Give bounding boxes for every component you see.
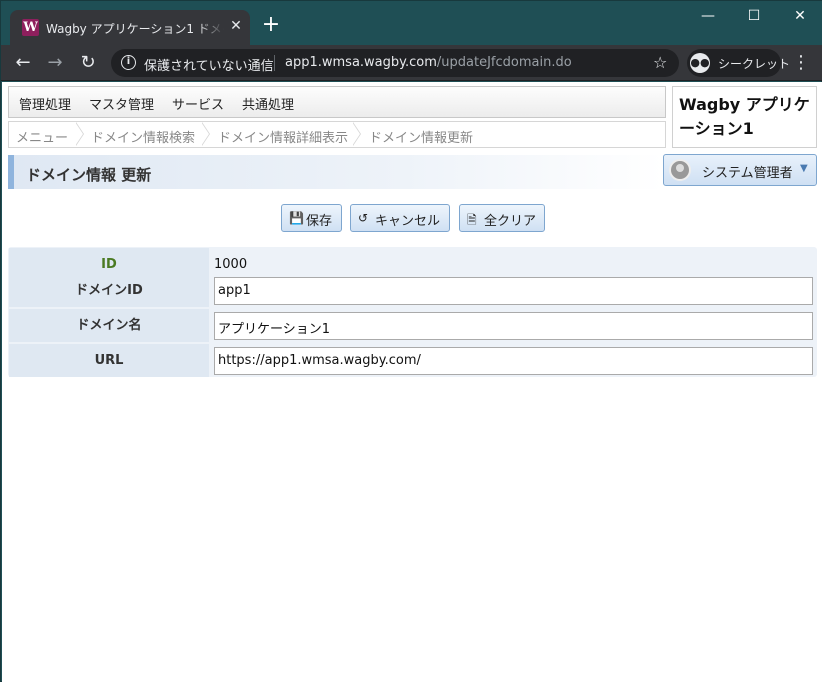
domain-id-field[interactable]: app1 (214, 277, 813, 305)
tab-title: Wagby アプリケーション1 ドメイン情報 (46, 22, 224, 36)
undo-icon: ↺ (358, 211, 369, 225)
cancel-button[interactable]: ↺ キャンセル (350, 204, 450, 232)
menu-item-common[interactable]: 共通処理 (242, 94, 294, 113)
url-path: /updateJfcdomain.do (436, 55, 572, 70)
back-arrow-icon[interactable]: ← (11, 51, 35, 75)
forward-arrow-icon[interactable]: → (43, 51, 67, 75)
main-menu-bar: 管理処理 マスタ管理 サービス 共通処理 (8, 86, 666, 118)
security-status-text[interactable]: 保護されていない通信 (144, 55, 274, 74)
user-menu-button[interactable]: システム管理者 ▼ (663, 154, 817, 186)
address-bar[interactable]: i 保護されていない通信 app1.wmsa.wagby.com/updateJ… (111, 49, 679, 77)
chevron-down-icon: ▼ (800, 163, 808, 174)
floppy-disk-icon: 💾 (289, 211, 304, 225)
clear-all-button-label: 全クリア (484, 214, 537, 229)
user-avatar-icon (669, 159, 691, 181)
breadcrumb-domain-search[interactable]: ドメイン情報検索 (91, 127, 195, 146)
url-label: URL (9, 344, 209, 377)
domain-name-field[interactable]: アプリケーション1 (214, 312, 813, 340)
page-title: ドメイン情報 更新 (26, 166, 152, 184)
domain-id-label: ドメインID (9, 274, 209, 307)
document-icon: 🗎 (467, 213, 477, 227)
cancel-button-label: キャンセル (375, 214, 441, 229)
app-name-box: Wagby アプリケーション1 (672, 86, 817, 148)
breadcrumb-separator (352, 122, 363, 147)
info-icon[interactable]: i (121, 55, 136, 70)
form-row-url: URL https://app1.wmsa.wagby.com/ (8, 343, 817, 378)
browser-menu-icon[interactable]: ⋮ (792, 51, 810, 75)
bookmark-star-icon[interactable]: ☆ (653, 53, 667, 72)
menu-item-service[interactable]: サービス (172, 94, 224, 113)
breadcrumb-menu[interactable]: メニュー (16, 127, 68, 146)
breadcrumb-domain-update: ドメイン情報更新 (369, 131, 474, 146)
form-row-domain-id: ドメインID app1 (8, 273, 817, 308)
action-button-bar: 💾 保存 ↺ キャンセル 🗎 全クリア (2, 204, 822, 232)
save-button[interactable]: 💾 保存 (281, 204, 342, 232)
form-row-domain-name: ドメイン名 アプリケーション1 (8, 308, 817, 343)
menu-item-admin[interactable]: 管理処理 (19, 94, 71, 113)
reload-icon[interactable]: ↻ (76, 51, 100, 75)
new-tab-button[interactable]: + (260, 14, 282, 36)
incognito-indicator[interactable]: ●● シークレット (687, 49, 790, 77)
breadcrumb-domain-detail[interactable]: ドメイン情報詳細表示 (218, 127, 348, 146)
url-field[interactable]: https://app1.wmsa.wagby.com/ (214, 347, 813, 375)
wagby-logo-icon: W (22, 19, 39, 36)
page-content: 管理処理 マスタ管理 サービス 共通処理 メニュー ドメイン情報検索 ドメイン情… (2, 82, 822, 682)
close-window-icon[interactable]: ✕ (777, 1, 822, 31)
domain-name-label: ドメイン名 (9, 309, 209, 342)
menu-item-master[interactable]: マスタ管理 (89, 94, 154, 113)
breadcrumb-separator (75, 122, 86, 147)
browser-toolbar: ← → ↻ i 保護されていない通信 app1.wmsa.wagby.com/u… (1, 45, 822, 81)
url-host: app1.wmsa.wagby.com (285, 55, 437, 70)
url-divider (274, 55, 275, 71)
save-button-label: 保存 (306, 214, 333, 229)
breadcrumb-separator (201, 122, 212, 147)
incognito-icon: ●● (690, 53, 710, 73)
tab-strip: W Wagby アプリケーション1 ドメイン情報 ✕ + — ☐ ✕ (1, 1, 822, 45)
user-name: システム管理者 (702, 166, 793, 181)
clear-all-button[interactable]: 🗎 全クリア (459, 204, 545, 232)
maximize-icon[interactable]: ☐ (731, 1, 777, 31)
incognito-label: シークレット (718, 57, 791, 71)
breadcrumb: メニュー ドメイン情報検索 ドメイン情報詳細表示 ドメイン情報更新 (8, 121, 666, 148)
minimize-icon[interactable]: — (685, 1, 731, 31)
browser-tab-active[interactable]: W Wagby アプリケーション1 ドメイン情報 ✕ (10, 10, 250, 45)
page-title-bar: ドメイン情報 更新 (8, 155, 664, 189)
domain-update-form: ID 1000 ドメインID app1 ドメイン名 アプリケーション1 URL … (8, 247, 817, 377)
close-tab-icon[interactable]: ✕ (228, 18, 244, 34)
browser-window: W Wagby アプリケーション1 ドメイン情報 ✕ + — ☐ ✕ ← → ↻… (0, 0, 822, 682)
url-text[interactable]: app1.wmsa.wagby.com/updateJfcdomain.do (285, 55, 572, 70)
